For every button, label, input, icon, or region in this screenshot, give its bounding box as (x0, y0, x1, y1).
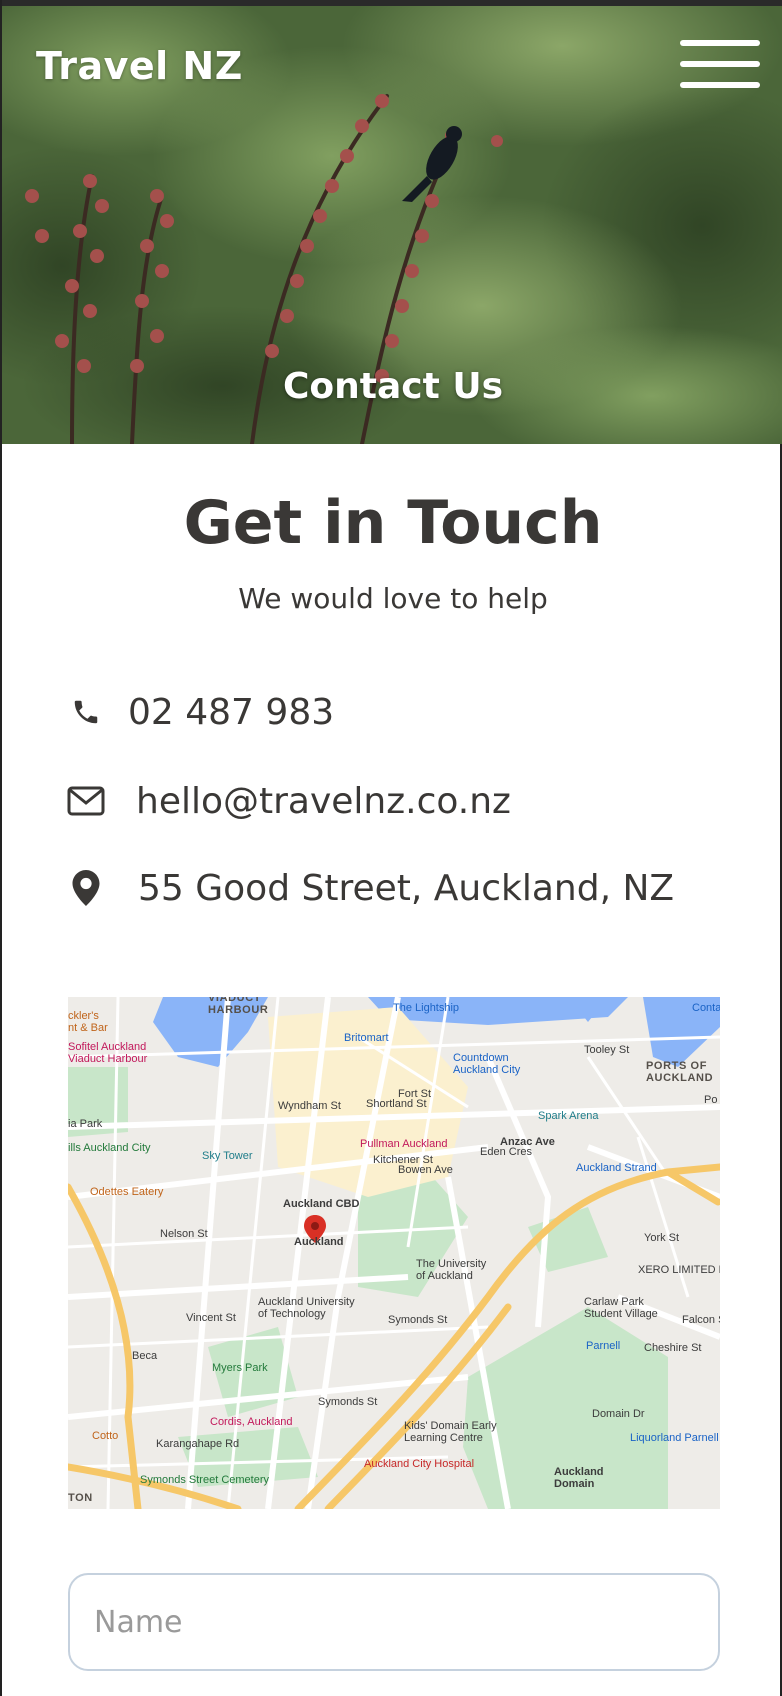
phone-icon (66, 692, 106, 732)
map-label-ills: ills Auckland City (68, 1142, 151, 1154)
contact-address[interactable]: 55 Good Street, Auckland, NZ (66, 863, 674, 913)
map-label-tooley: Tooley St (584, 1044, 630, 1056)
map-label-sky-tower: Sky Tower (202, 1150, 253, 1162)
name-input[interactable] (68, 1573, 720, 1671)
map-label-pullman: Pullman Auckland (360, 1138, 448, 1150)
map-label-cheshire: Cheshire St (644, 1342, 702, 1354)
map-label-vincent: Vincent St (186, 1312, 236, 1324)
map-label-conta: Conta (692, 1002, 720, 1014)
map-label-anzac: Anzac Ave (500, 1136, 555, 1148)
map-label-odettes: Odettes Eatery (90, 1186, 164, 1198)
map-label-beca: Beca (132, 1350, 158, 1362)
map-label-strand: Auckland Strand (576, 1162, 657, 1174)
map-label-carlaw: Carlaw Park Student Village (584, 1296, 658, 1320)
map-canvas (68, 997, 720, 1509)
map-label-domain-dr: Domain Dr (592, 1408, 645, 1420)
map-label-hospital: Auckland City Hospital (364, 1458, 475, 1470)
map-label-britomart: Britomart (344, 1032, 389, 1044)
map-label-auckland: Auckland (294, 1236, 344, 1248)
map-label-ports: PORTS OF AUCKLAND (646, 1060, 714, 1084)
map-label-cbd: Auckland CBD (283, 1198, 360, 1210)
map-label-po: Po (704, 1094, 718, 1106)
map-label-aut: Auckland University of Technology (258, 1296, 355, 1320)
map-label-cemetery: Symonds Street Cemetery (140, 1474, 269, 1486)
map-label-symonds: Symonds St (388, 1314, 448, 1326)
map-label-nelson: Nelson St (160, 1228, 208, 1240)
street-address: 55 Good Street, Auckland, NZ (138, 867, 675, 909)
map-label-kids: Kids' Domain Early Learning Centre (404, 1420, 497, 1444)
section-heading: Get in Touch (183, 488, 603, 558)
map-label-uoa: The University of Auckland (416, 1258, 487, 1282)
map-label-ia-park: ia Park (68, 1118, 103, 1130)
map-label-spark-arena: Spark Arena (538, 1110, 599, 1122)
map-label-bowen: Bowen Ave (398, 1164, 453, 1176)
map-pin-icon (66, 868, 106, 908)
map-label-myers: Myers Park (212, 1362, 268, 1374)
map-label-fort: Fort St (398, 1088, 432, 1100)
map-label-ton: TON (68, 1492, 93, 1504)
phone-number: 02 487 983 (128, 691, 335, 733)
map-label-domain: Auckland Domain (554, 1466, 604, 1490)
map-label-cklers: ckler's nt & Bar (68, 1010, 108, 1034)
envelope-icon (66, 781, 106, 821)
map-label-wyndham: Wyndham St (278, 1100, 341, 1112)
brand-logo[interactable]: Travel NZ (36, 44, 243, 88)
menu-bar-top (680, 40, 760, 46)
contact-phone[interactable]: 02 487 983 (66, 687, 334, 737)
contact-email[interactable]: hello@travelnz.co.nz (66, 776, 511, 826)
map-label-eden: Eden Cres (480, 1146, 532, 1158)
map-label-cordis: Cordis, Auckland (210, 1416, 293, 1428)
map-label-shortland: Shortland St (366, 1098, 427, 1110)
map-label-lightship: The Lightship (393, 1002, 460, 1014)
map-label-sofitel: Sofitel Auckland Viaduct Harbour (68, 1041, 148, 1065)
email-address: hello@travelnz.co.nz (136, 780, 511, 822)
map-label-falcon: Falcon St (682, 1314, 720, 1326)
map-label-countdown: Countdown Auckland City (453, 1052, 521, 1076)
map-label-parnell: Parnell (586, 1340, 621, 1352)
section-subheading: We would love to help (238, 582, 548, 615)
map-label-york: York St (644, 1232, 680, 1244)
map-label-viaduct-harbour: VIADUCT HARBOUR (208, 997, 269, 1016)
map-label-cotto: Cotto (92, 1430, 119, 1442)
map-label-xero: XERO LIMITED NZ (638, 1264, 720, 1276)
hero-banner: Travel NZ Contact Us (2, 6, 782, 444)
map-label-symonds2: Symonds St (318, 1396, 378, 1408)
location-map[interactable]: VIADUCT HARBOUR The Lightship Conta ckler… (68, 997, 720, 1509)
map-label-liquorland: Liquorland Parnell (630, 1432, 719, 1444)
menu-bar-bottom (680, 82, 760, 88)
menu-bar-middle (680, 61, 760, 67)
map-label-karangahape: Karangahape Rd (156, 1438, 240, 1450)
page-title: Contact Us (282, 366, 504, 407)
hamburger-menu-icon[interactable] (680, 40, 760, 90)
